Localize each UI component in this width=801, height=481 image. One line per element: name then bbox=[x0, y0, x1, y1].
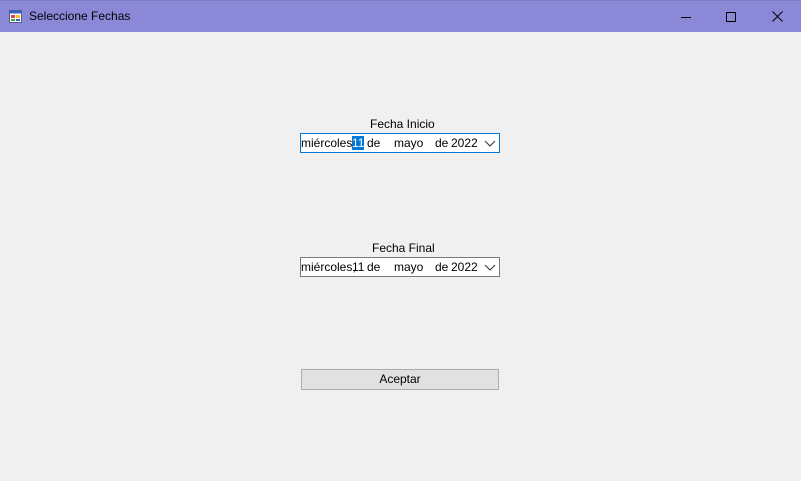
de-separator: de bbox=[367, 136, 381, 150]
weekday-field: miércoles, bbox=[301, 260, 356, 274]
accept-button[interactable]: Aceptar bbox=[301, 369, 499, 390]
chevron-down-icon[interactable] bbox=[484, 138, 496, 148]
de-separator: de bbox=[435, 136, 449, 150]
minimize-icon bbox=[681, 16, 691, 18]
dialog-window: Seleccione Fechas Fecha Inicio miércoles… bbox=[0, 0, 801, 481]
fecha-inicio-label: Fecha Inicio bbox=[370, 117, 435, 131]
close-button[interactable] bbox=[754, 1, 800, 32]
month-field[interactable]: mayo bbox=[394, 260, 423, 274]
day-field[interactable]: 11 bbox=[352, 260, 364, 274]
fecha-final-datepicker[interactable]: miércoles, 11 de mayo de 2022 bbox=[300, 257, 500, 277]
maximize-icon bbox=[726, 11, 736, 22]
de-separator: de bbox=[435, 260, 449, 274]
fecha-inicio-datepicker[interactable]: miércoles, 11 de mayo de 2022 bbox=[300, 133, 500, 153]
month-field[interactable]: mayo bbox=[394, 136, 423, 150]
window-title: Seleccione Fechas bbox=[29, 9, 131, 23]
year-field[interactable]: 2022 bbox=[451, 136, 478, 150]
app-form-icon bbox=[9, 10, 22, 23]
close-icon bbox=[771, 11, 783, 22]
chevron-down-icon[interactable] bbox=[484, 262, 496, 272]
weekday-field: miércoles, bbox=[301, 136, 356, 150]
minimize-button[interactable] bbox=[663, 1, 709, 32]
day-field[interactable]: 11 bbox=[352, 136, 365, 150]
title-bar[interactable]: Seleccione Fechas bbox=[0, 0, 801, 32]
de-separator: de bbox=[367, 260, 381, 274]
maximize-button[interactable] bbox=[708, 1, 754, 32]
fecha-final-label: Fecha Final bbox=[372, 241, 435, 255]
year-field[interactable]: 2022 bbox=[451, 260, 478, 274]
